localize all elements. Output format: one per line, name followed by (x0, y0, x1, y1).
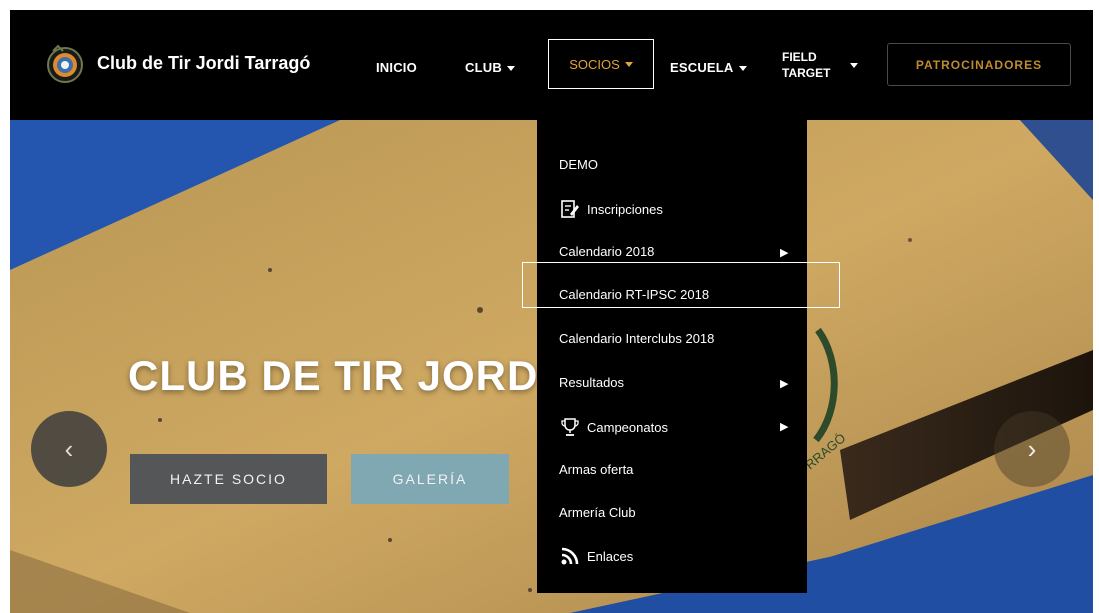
menu-item-label: Armas oferta (559, 462, 634, 477)
chevron-left-icon: ‹ (64, 433, 74, 464)
caret-down-icon (624, 61, 633, 67)
menu-item-calendario-interclubs[interactable]: Calendario Interclubs 2018 (559, 331, 714, 346)
top-navbar: Club de Tir Jordi Tarragó INICIO CLUB SO… (10, 10, 1093, 120)
hazte-socio-label: HAZTE SOCIO (170, 471, 287, 487)
menu-item-resultados[interactable]: Resultados (559, 375, 624, 390)
nav-inicio[interactable]: INICIO (376, 60, 417, 75)
nav-socios-label: SOCIOS (569, 56, 620, 72)
nav-socios[interactable]: SOCIOS (548, 39, 654, 89)
menu-item-label: Campeonatos (587, 419, 668, 435)
menu-item-inscripciones[interactable]: Inscripciones (559, 198, 663, 220)
menu-item-label: DEMO (559, 157, 598, 172)
club-logo-icon (43, 41, 87, 85)
menu-item-label: Calendario 2018 (559, 244, 655, 259)
menu-item-armas-oferta[interactable]: Armas oferta (559, 462, 633, 477)
menu-item-label: Calendario RT-IPSC 2018 (559, 287, 710, 302)
socios-dropdown-menu: DEMO Inscripciones Calendario 2018 ▶ Cal… (522, 120, 840, 593)
submenu-arrow-icon: ▶ (780, 378, 789, 390)
galeria-button[interactable]: GALERÍA (351, 454, 509, 504)
edit-icon (559, 198, 581, 220)
nav-field-line1: FIELD (782, 50, 817, 64)
page: Club de Tir Jordi Tarragó INICIO CLUB SO… (10, 10, 1093, 613)
submenu-arrow-icon: ▶ (780, 247, 789, 259)
menu-item-label: Armería Club (559, 505, 636, 520)
hero-title: CLUB DE TIR JORDI (128, 352, 552, 399)
chevron-right-icon: › (1027, 433, 1037, 464)
menu-item-label: Resultados (559, 375, 625, 390)
submenu-arrow-icon: ▶ (780, 421, 789, 433)
menu-item-campeonatos[interactable]: Campeonatos (559, 416, 668, 438)
menu-item-armeria-club[interactable]: Armería Club (559, 505, 636, 520)
nav-field-line2: TARGET (782, 66, 831, 80)
caret-down-icon (738, 66, 747, 72)
nav-club[interactable]: CLUB (465, 60, 515, 75)
hazte-socio-button[interactable]: HAZTE SOCIO (130, 454, 327, 504)
trophy-icon (559, 416, 581, 438)
next-slide-button[interactable]: › (994, 411, 1070, 487)
nav-field-target[interactable]: FIELD TARGET (782, 49, 830, 81)
rss-icon (559, 545, 581, 567)
galeria-label: GALERÍA (392, 471, 468, 487)
nav-escuela-label: ESCUELA (670, 60, 734, 75)
brand-name: Club de Tir Jordi Tarragó (97, 52, 311, 73)
brand[interactable]: Club de Tir Jordi Tarragó (43, 41, 310, 85)
nav-escuela[interactable]: ESCUELA (670, 60, 747, 75)
menu-item-demo[interactable]: DEMO (559, 157, 598, 172)
prev-slide-button[interactable]: ‹ (31, 411, 107, 487)
menu-item-calendario-2018[interactable]: Calendario 2018 (559, 244, 654, 259)
menu-item-enlaces[interactable]: Enlaces (559, 545, 633, 567)
nav-club-label: CLUB (465, 60, 502, 75)
menu-item-label: Calendario Interclubs 2018 (559, 331, 715, 346)
caret-down-icon (850, 63, 858, 68)
sponsors-label: PATROCINADORES (915, 57, 1043, 72)
nav-inicio-label: INICIO (376, 60, 417, 75)
caret-down-icon (506, 66, 515, 72)
menu-item-calendario-rt-ipsc[interactable]: Calendario RT-IPSC 2018 (559, 287, 709, 302)
sponsors-button[interactable]: PATROCINADORES (887, 43, 1071, 86)
menu-item-label: Enlaces (587, 548, 634, 564)
menu-item-label: Inscripciones (587, 201, 663, 217)
